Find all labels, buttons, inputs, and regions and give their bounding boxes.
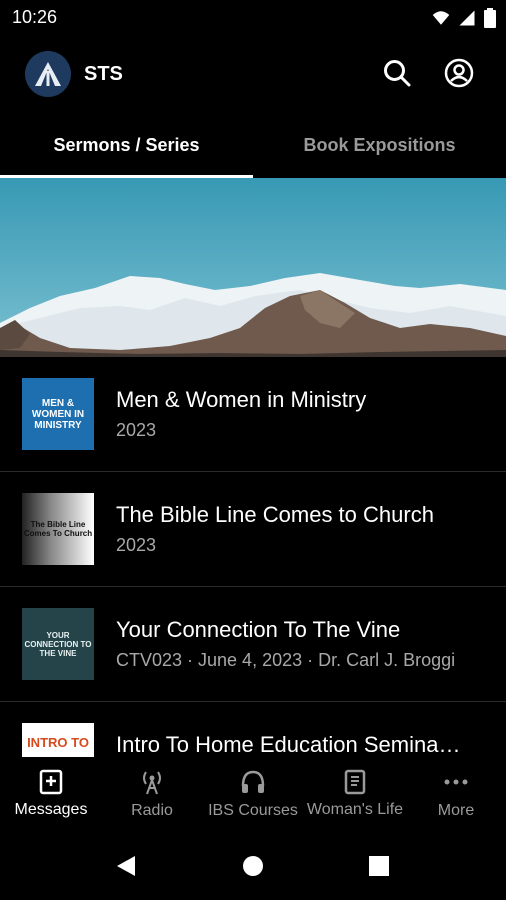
- item-title: The Bible Line Comes to Church: [116, 502, 434, 527]
- headphones-icon: [241, 770, 265, 793]
- series-thumbnail: INTRO TO: [22, 723, 94, 757]
- series-thumbnail: The Bible Line Comes To Church: [22, 493, 94, 565]
- status-time: 10:26: [12, 7, 58, 27]
- list-item[interactable]: INTRO TO Intro To Home Education Semina…: [0, 702, 506, 757]
- app-title: STS: [84, 63, 123, 85]
- nav-label: Messages: [14, 801, 88, 818]
- signal-icon: [459, 10, 475, 26]
- book-plus-icon: [39, 769, 63, 795]
- radio-tower-icon: [143, 771, 161, 795]
- search-icon: [384, 60, 411, 87]
- mountain-landscape-image: [0, 178, 506, 357]
- series-thumbnail: YOUR CONNECTION TO THE VINE: [22, 608, 94, 680]
- status-bar: 10:26: [0, 0, 506, 36]
- back-icon[interactable]: [115, 854, 137, 878]
- bottom-navigation: Messages Radio IBS Courses Woman's Life: [0, 757, 506, 831]
- more-dots-icon: [444, 779, 468, 785]
- nav-more[interactable]: More: [406, 757, 506, 831]
- series-thumbnail: MEN & WOMEN IN MINISTRY: [22, 378, 94, 450]
- list-item[interactable]: MEN & WOMEN IN MINISTRY Men & Women in M…: [0, 357, 506, 472]
- home-icon[interactable]: [242, 855, 264, 877]
- nav-label: More: [437, 802, 475, 819]
- nav-label: IBS Courses: [208, 802, 298, 819]
- item-subtitle: 2023: [116, 535, 157, 555]
- recents-icon[interactable]: [369, 856, 389, 876]
- nav-label: Radio: [131, 802, 173, 819]
- item-subtitle: CTV023 · June 4, 2023 · Dr. Carl J. Brog…: [116, 650, 456, 670]
- system-navigation-bar: [0, 831, 506, 900]
- nav-ibs-courses[interactable]: IBS Courses: [202, 757, 304, 831]
- item-title: Your Connection To The Vine: [116, 617, 401, 642]
- sermon-list: MEN & WOMEN IN MINISTRY Men & Women in M…: [0, 357, 506, 757]
- book-open-icon: [344, 769, 366, 795]
- tab-sermons-series[interactable]: Sermons / Series: [0, 112, 253, 178]
- nav-radio[interactable]: Radio: [102, 757, 202, 831]
- status-icons: [432, 8, 496, 28]
- item-title: Intro To Home Education Semina…: [116, 732, 461, 757]
- logo-mark-icon: [35, 62, 61, 86]
- wifi-icon: [432, 11, 450, 25]
- nav-messages[interactable]: Messages: [0, 757, 102, 831]
- account-button[interactable]: [442, 56, 476, 90]
- list-item[interactable]: The Bible Line Comes To Church The Bible…: [0, 472, 506, 587]
- hero-banner-image: [0, 178, 506, 357]
- battery-icon: [484, 8, 496, 28]
- app-logo[interactable]: [25, 51, 71, 97]
- tab-book-expositions[interactable]: Book Expositions: [253, 112, 506, 178]
- account-circle-icon: [444, 58, 474, 88]
- app-bar: STS: [0, 36, 506, 112]
- tab-bar: Sermons / Series Book Expositions: [0, 112, 506, 178]
- search-button[interactable]: [380, 56, 414, 90]
- item-subtitle: 2023: [116, 420, 157, 440]
- list-item[interactable]: YOUR CONNECTION TO THE VINE Your Connect…: [0, 587, 506, 702]
- nav-womans-life[interactable]: Woman's Life: [304, 757, 406, 831]
- item-title: Men & Women in Ministry: [116, 387, 367, 412]
- nav-label: Woman's Life: [306, 801, 404, 818]
